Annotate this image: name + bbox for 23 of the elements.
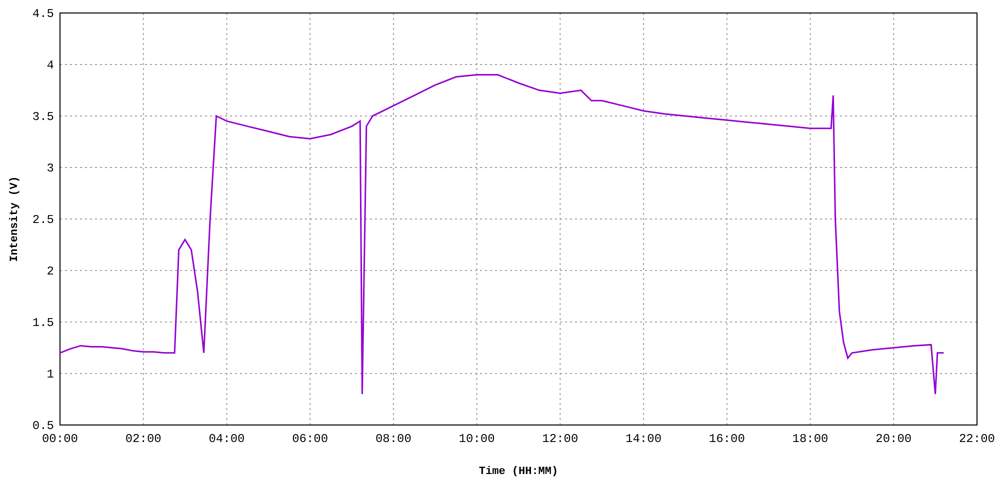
y-tick-label: 2.5	[32, 213, 54, 227]
x-tick-label: 00:00	[42, 432, 78, 446]
x-tick-label: 08:00	[375, 432, 412, 446]
y-tick-label: 1.5	[32, 316, 54, 330]
x-tick-label: 20:00	[876, 432, 912, 446]
y-tick-label: 4	[46, 58, 54, 72]
y-tick-label: 3.5	[32, 110, 54, 124]
x-tick-label: 10:00	[458, 432, 495, 446]
y-tick-label: 0.5	[32, 419, 54, 433]
x-axis-title: Time (HH:MM)	[478, 466, 558, 478]
y-tick-label: 3	[46, 162, 54, 176]
y-axis-title: Intensity (V)	[9, 176, 21, 262]
x-tick-label: 14:00	[626, 432, 662, 446]
x-tick-label: 18:00	[792, 432, 828, 446]
x-tick-label: 02:00	[125, 432, 162, 446]
x-tick-label: 04:00	[208, 432, 245, 446]
y-tick-label: 1	[46, 368, 54, 382]
y-tick-label: 4.5	[32, 7, 54, 21]
x-tick-label: 16:00	[708, 432, 745, 446]
y-tick-label: 2	[46, 264, 54, 278]
x-tick-label: 12:00	[542, 432, 578, 446]
x-tick-label: 22:00	[959, 432, 995, 446]
x-tick-label: 06:00	[292, 432, 328, 446]
